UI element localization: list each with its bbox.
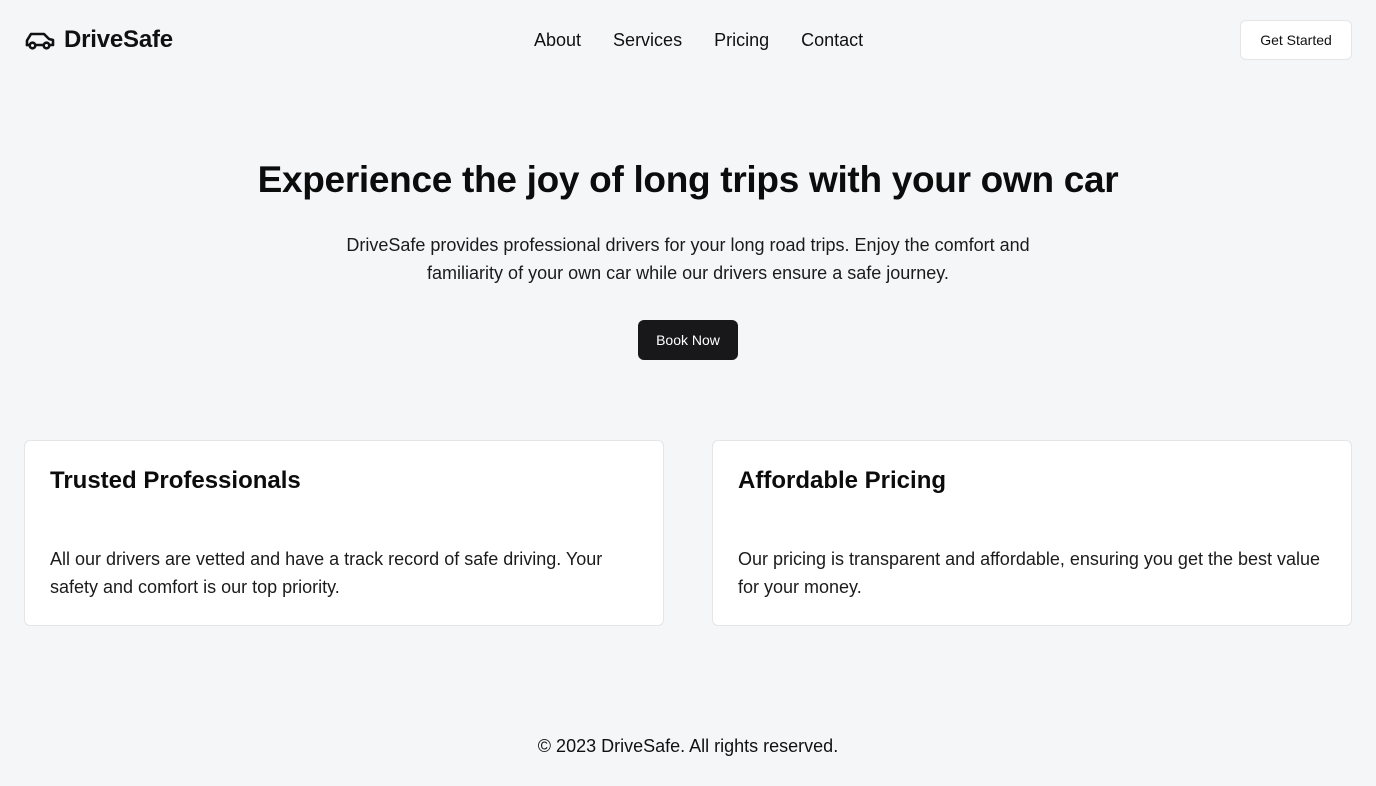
feature-card-trusted-professionals: Trusted Professionals All our drivers ar… — [24, 440, 664, 626]
feature-card-title: Trusted Professionals — [50, 467, 301, 494]
nav-link-contact[interactable]: Contact — [785, 26, 879, 54]
page: DriveSafe About Services Pricing Contact… — [0, 0, 1376, 786]
brand-logo-link[interactable]: DriveSafe — [24, 24, 173, 56]
hero-title: Experience the joy of long trips with yo… — [257, 159, 1119, 200]
nav-link-services[interactable]: Services — [597, 26, 698, 54]
main-nav: About Services Pricing Contact — [518, 26, 879, 54]
brand-name: DriveSafe — [64, 26, 173, 53]
feature-card-text: Our pricing is transparent and affordabl… — [738, 549, 1321, 597]
nav-link-pricing[interactable]: Pricing — [698, 26, 785, 54]
feature-card-text: All our drivers are vetted and have a tr… — [50, 549, 603, 597]
site-header: DriveSafe About Services Pricing Contact… — [0, 0, 1376, 80]
book-now-button[interactable]: Book Now — [638, 320, 738, 360]
nav-link-about[interactable]: About — [518, 26, 597, 54]
feature-card-title: Affordable Pricing — [738, 467, 947, 494]
footer-copyright: © 2023 DriveSafe. All rights reserved. — [537, 736, 839, 756]
site-footer: © 2023 DriveSafe. All rights reserved. — [0, 732, 1376, 760]
hero-description: DriveSafe provides professional drivers … — [346, 235, 1030, 283]
feature-card-affordable-pricing: Affordable Pricing Our pricing is transp… — [712, 440, 1352, 626]
get-started-button[interactable]: Get Started — [1240, 20, 1352, 60]
car-icon — [25, 32, 55, 50]
